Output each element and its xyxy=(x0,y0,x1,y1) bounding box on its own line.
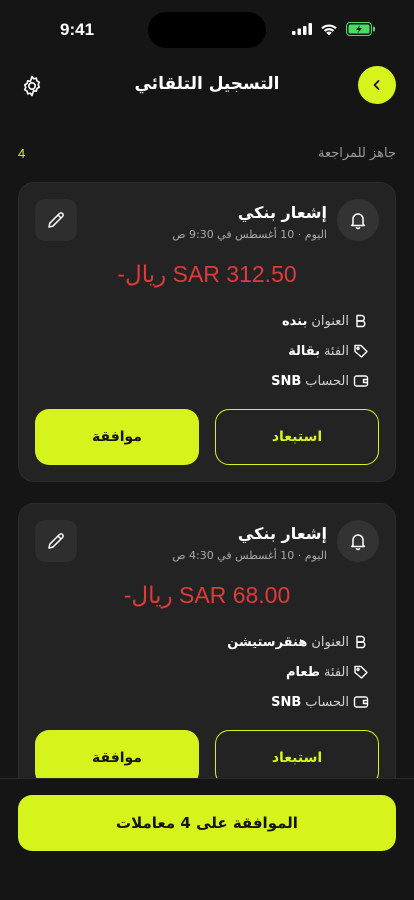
status-icons xyxy=(292,22,376,36)
chevron-left-icon xyxy=(373,80,380,90)
page-title: التسجيل التلقائي xyxy=(134,74,280,94)
detail-account: الحساب SNB xyxy=(271,694,369,710)
detail-label: العنوان xyxy=(311,313,349,329)
tag-icon xyxy=(354,665,368,679)
approve-all-button[interactable]: الموافقة على 4 معاملات xyxy=(18,795,396,851)
status-bar: 9:41 xyxy=(0,0,414,60)
detail-label: الحساب xyxy=(305,694,349,710)
bold-b-icon xyxy=(356,314,366,328)
detail-category: الفئة بقالة xyxy=(288,343,369,359)
transaction-card: إشعار بنكي اليوم · 10 أغسطس في 9:30 ص -ر… xyxy=(18,182,396,482)
dynamic-island xyxy=(148,12,266,48)
tag-icon xyxy=(354,344,368,358)
back-button[interactable] xyxy=(358,66,396,104)
detail-label: العنوان xyxy=(311,634,349,650)
pencil-icon xyxy=(48,533,64,549)
detail-value: طعام xyxy=(285,664,320,680)
transaction-date: اليوم · 10 أغسطس في 9:30 ص xyxy=(172,228,327,241)
wallet-icon xyxy=(353,696,369,708)
detail-value: بنده xyxy=(281,313,308,329)
bell-icon xyxy=(350,213,366,230)
notification-source xyxy=(337,520,379,562)
status-time: 9:41 xyxy=(60,20,95,39)
source-title: إشعار بنكي xyxy=(237,524,327,543)
ready-count: 4 xyxy=(18,146,26,161)
detail-value: SNB xyxy=(271,373,302,389)
bell-icon xyxy=(350,534,366,551)
transaction-amount: -ريال SAR 68.00 xyxy=(123,582,291,608)
approve-button[interactable]: موافقة xyxy=(35,409,199,465)
detail-title: العنوان هنقرستيشن xyxy=(227,634,369,650)
wallet-icon xyxy=(353,375,369,387)
ready-for-review-row: 4 جاهز للمراجعة xyxy=(18,144,396,164)
pencil-icon xyxy=(48,212,64,228)
bold-b-icon xyxy=(356,635,366,649)
detail-label: الفئة xyxy=(323,664,349,680)
detail-label: الحساب xyxy=(305,373,349,389)
transaction-date: اليوم · 10 أغسطس في 4:30 ص xyxy=(172,549,327,562)
bottom-action-bar: الموافقة على 4 معاملات xyxy=(0,778,414,900)
edit-button[interactable] xyxy=(35,199,77,241)
detail-value: SNB xyxy=(271,694,302,710)
detail-label: الفئة xyxy=(323,343,349,359)
detail-account: الحساب SNB xyxy=(271,373,369,389)
ready-label: جاهز للمراجعة xyxy=(318,146,396,161)
detail-value: بقالة xyxy=(288,343,320,359)
detail-value: هنقرستيشن xyxy=(227,634,308,650)
wifi-icon xyxy=(321,23,337,35)
edit-button[interactable] xyxy=(35,520,77,562)
notification-source xyxy=(337,199,379,241)
battery-charging-icon xyxy=(346,22,375,36)
transaction-card: إشعار بنكي اليوم · 10 أغسطس في 4:30 ص -ر… xyxy=(18,503,396,803)
source-title: إشعار بنكي xyxy=(237,203,327,222)
detail-title: العنوان بنده xyxy=(282,313,369,329)
header: التسجيل التلقائي xyxy=(0,62,414,110)
signal-icon xyxy=(292,23,312,35)
transaction-amount: -ريال SAR 312.50 xyxy=(117,261,297,287)
detail-category: الفئة طعام xyxy=(286,664,369,680)
reject-button[interactable]: استبعاد xyxy=(215,409,379,465)
